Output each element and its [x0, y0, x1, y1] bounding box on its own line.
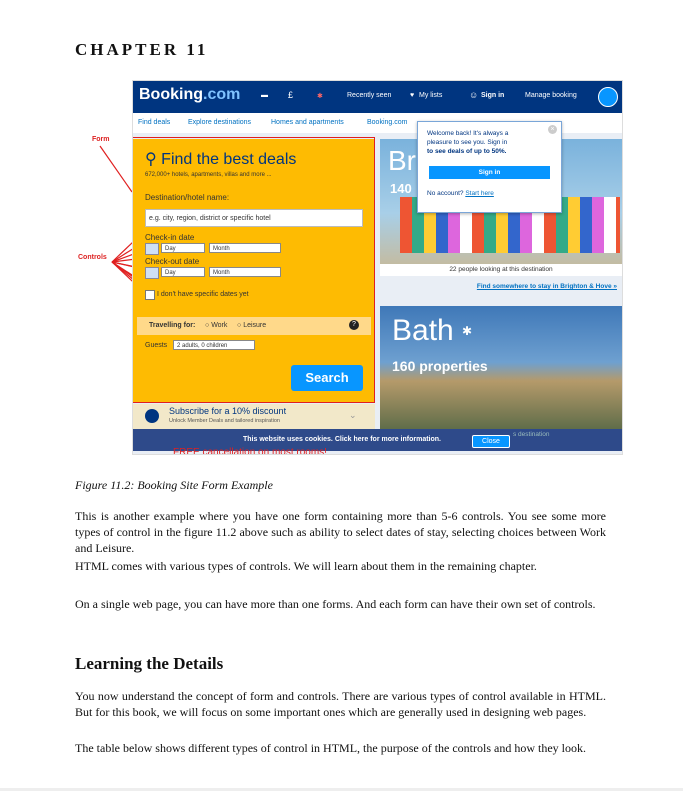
subscribe-banner[interactable]: Subscribe for a 10% discount Unlock Memb… [133, 404, 375, 429]
discount-badge-icon [145, 409, 159, 423]
form-highlight-box [133, 137, 375, 403]
card-icon[interactable]: ▬ [261, 92, 268, 99]
subnav-booking[interactable]: Booking.com [367, 119, 407, 126]
currency-button[interactable]: £ [288, 90, 293, 100]
user-icon: ☺ [469, 90, 479, 100]
city-count-brighton: 140 [390, 181, 412, 196]
free-cancellation-text: FREE cancellation on most rooms! [173, 447, 327, 455]
heart-icon: ♥ [410, 92, 415, 99]
my-lists-link[interactable]: My lists [419, 92, 442, 99]
popup-line2: pleasure to see you. Sign in [427, 139, 508, 146]
subscribe-title: Subscribe for a 10% discount [169, 406, 287, 416]
bath-card[interactable]: Bath ✱ 160 properties [380, 306, 622, 431]
subscribe-subtitle: Unlock Member Deals and tailored inspira… [169, 418, 280, 424]
paragraph-3: On a single web page, you can have more … [75, 597, 596, 611]
popup-no-account: No account? Start here [427, 190, 494, 197]
recently-seen-link[interactable]: Recently seen [347, 92, 391, 99]
cookie-behind-text: s destination [513, 431, 550, 438]
paragraph-2: HTML comes with various types of control… [75, 559, 537, 573]
close-icon[interactable]: × [548, 125, 557, 134]
city-name-bath: Bath [392, 314, 454, 347]
section-heading: Learning the Details [75, 654, 224, 673]
popup-line3: to see deals of up to 50%. [427, 148, 507, 155]
subnav-find-deals[interactable]: Find deals [138, 119, 170, 126]
uk-flag-icon[interactable]: ✱ [317, 92, 323, 100]
uk-flag-small-icon: ✱ [462, 324, 473, 338]
booking-topbar: Booking.com ▬ £ ✱ Recently seen ♥ My lis… [133, 81, 622, 113]
paragraph-1: This is another example where you have o… [75, 509, 606, 555]
booking-screenshot-figure: Booking.com ▬ £ ✱ Recently seen ♥ My lis… [132, 80, 623, 455]
paragraph-5: The table below shows different types of… [75, 741, 587, 755]
popup-line1: Welcome back! It's always a [427, 130, 509, 137]
subnav-homes[interactable]: Homes and apartments [271, 119, 344, 126]
find-brighton-link[interactable]: Find somewhere to stay in Brighton & Hov… [380, 283, 617, 290]
map-pin-icon[interactable] [598, 87, 618, 107]
start-here-link[interactable]: Start here [465, 190, 494, 197]
city-count-bath: 160 properties [392, 358, 488, 374]
popup-signin-button[interactable]: Sign in [429, 166, 550, 179]
figure-caption: Figure 11.2: Booking Site Form Example [75, 478, 273, 492]
subnav-explore[interactable]: Explore destinations [188, 119, 251, 126]
cookie-text: This website uses cookies. Click here fo… [243, 436, 441, 443]
paragraph-4: You now understand the concept of form a… [75, 689, 606, 719]
manage-booking-link[interactable]: Manage booking [525, 92, 577, 99]
cookie-close-button[interactable]: Close [472, 435, 510, 448]
city-name-brighton: Br [388, 145, 416, 176]
booking-logo[interactable]: Booking.com [139, 86, 240, 104]
looking-count: 22 people looking at this destination [380, 264, 622, 276]
chevron-down-icon[interactable]: ⌄ [349, 410, 357, 421]
signin-popup: × Welcome back! It's always a pleasure t… [417, 121, 562, 213]
signin-link[interactable]: Sign in [481, 92, 504, 99]
